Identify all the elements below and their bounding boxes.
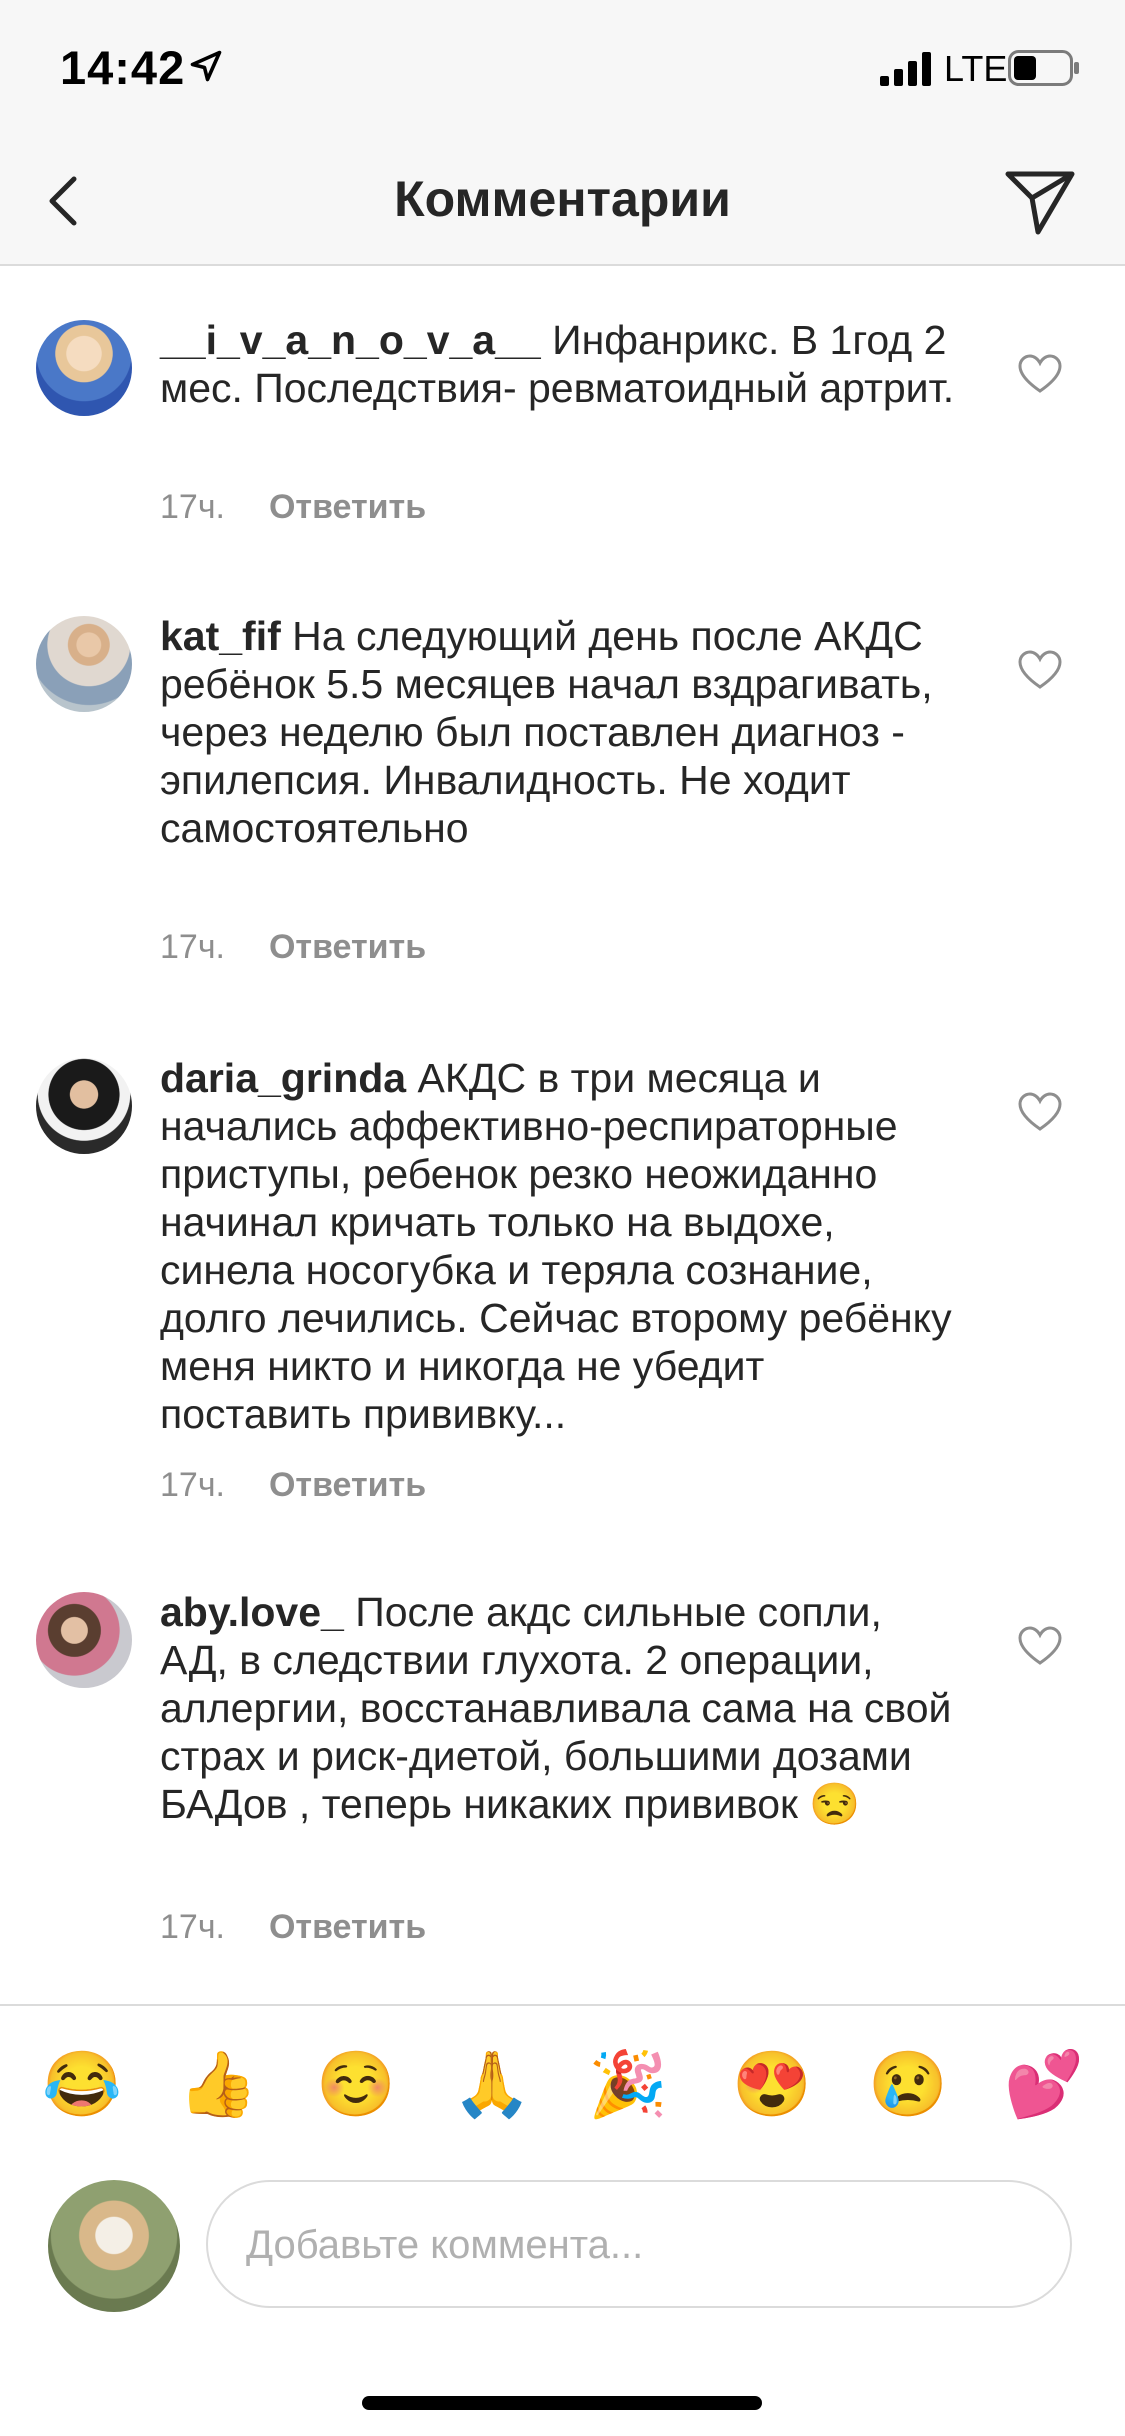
navigation-bar: Комментарии (0, 140, 1125, 266)
emoji-thumbs-up-icon[interactable]: 👍 (178, 2046, 258, 2122)
comment-meta: 17ч. Ответить (160, 1466, 426, 1505)
avatar[interactable] (36, 320, 132, 416)
emoji-heart-eyes-icon[interactable]: 😍 (732, 2046, 812, 2122)
comment-input[interactable] (244, 2216, 1028, 2274)
home-indicator (362, 2396, 762, 2410)
comment-time: 17ч. (160, 1908, 225, 1946)
reply-button[interactable]: Ответить (269, 1908, 426, 1946)
reply-button[interactable]: Ответить (269, 488, 426, 526)
emoji-two-hearts-icon[interactable]: 💕 (1004, 2046, 1084, 2122)
battery-icon (1008, 50, 1079, 86)
comment-text: daria_grinda АКДС в три месяца и началис… (160, 1054, 960, 1438)
comment-content: АКДС в три месяца и начались аффективно-… (160, 1055, 952, 1437)
status-bar: 14:42 LTE (0, 0, 1125, 140)
comment-input-container[interactable] (206, 2180, 1072, 2308)
avatar[interactable] (36, 1592, 132, 1688)
heart-icon[interactable] (1018, 354, 1062, 394)
comment-time: 17ч. (160, 928, 225, 966)
comment-username[interactable]: daria_grinda (160, 1055, 406, 1101)
comment-meta: 17ч. Ответить (160, 1908, 426, 1947)
heart-icon[interactable] (1018, 1092, 1062, 1132)
avatar[interactable] (36, 1058, 132, 1154)
emoji-laughing-icon[interactable]: 😂 (42, 2046, 122, 2122)
comment-username[interactable]: __i_v_a_n_o_v_a__ (160, 317, 541, 363)
location-arrow-icon (190, 50, 222, 82)
paper-plane-icon[interactable] (1000, 162, 1080, 242)
comment-meta: 17ч. Ответить (160, 928, 426, 967)
emoji-party-icon[interactable]: 🎉 (588, 2046, 668, 2122)
emoji-bar: 😂 👍 ☺️ 🙏 🎉 😍 😢 💕 (0, 2004, 1125, 2166)
reply-button[interactable]: Ответить (269, 928, 426, 966)
comment-time: 17ч. (160, 488, 225, 526)
signal-bars-icon (880, 52, 931, 86)
status-time: 14:42 (60, 41, 186, 94)
comment-text: __i_v_a_n_o_v_a__ Инфанрикс. В 1год 2 ме… (160, 316, 960, 412)
comment-text: kat_fif На следующий день после АКДС реб… (160, 612, 960, 852)
comment-time: 17ч. (160, 1466, 225, 1504)
page-title: Комментарии (394, 171, 731, 227)
current-user-avatar (48, 2180, 180, 2312)
comment-username[interactable]: aby.love_ (160, 1589, 344, 1635)
heart-icon[interactable] (1018, 1626, 1062, 1666)
emoji-crying-icon[interactable]: 😢 (868, 2046, 948, 2122)
emoji-pray-icon[interactable]: 🙏 (452, 2046, 532, 2122)
comment-text: aby.love_ После акдс сильные сопли, АД, … (160, 1588, 960, 1828)
comment-username[interactable]: kat_fif (160, 613, 281, 659)
reply-button[interactable]: Ответить (269, 1466, 426, 1504)
emoji-smiling-icon[interactable]: ☺️ (316, 2046, 396, 2122)
avatar[interactable] (36, 616, 132, 712)
network-type: LTE (944, 48, 1008, 89)
comment-meta: 17ч. Ответить (160, 488, 426, 527)
heart-icon[interactable] (1018, 650, 1062, 690)
